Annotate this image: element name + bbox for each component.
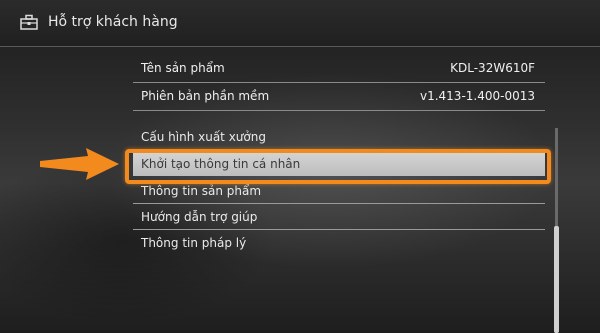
menu-item-label: Cấu hình xuất xưởng <box>141 130 266 144</box>
software-version-row: Phiên bản phần mềm v1.413-1.400-0013 <box>133 84 545 111</box>
menu-item-label: Thông tin pháp lý <box>141 236 247 250</box>
product-name-value: KDL-32W610F <box>450 61 535 75</box>
product-name-label: Tên sản phẩm <box>141 61 225 75</box>
product-name-row: Tên sản phẩm KDL-32W610F <box>133 56 545 83</box>
menu-item-legal-info[interactable]: Thông tin pháp lý <box>133 231 545 255</box>
software-version-value: v1.413-1.400-0013 <box>419 89 535 103</box>
software-version-label: Phiên bản phần mềm <box>141 89 270 103</box>
selection-highlight <box>125 149 551 184</box>
menu-item-factory-settings[interactable]: Cấu hình xuất xưởng <box>133 125 545 149</box>
menu-item-help-guide[interactable]: Hướng dẫn trợ giúp <box>133 205 545 230</box>
orange-arrow-icon <box>40 148 119 180</box>
header-bar: Hỗ trợ khách hàng <box>0 0 600 47</box>
menu-item-label: Hướng dẫn trợ giúp <box>141 210 258 224</box>
menu-item-label: Thông tin sản phẩm <box>141 184 262 198</box>
tv-screen: Hỗ trợ khách hàng Tên sản phẩm KDL-32W61… <box>0 0 600 333</box>
page-title: Hỗ trợ khách hàng <box>48 14 178 30</box>
toolbox-icon <box>20 14 38 30</box>
scrollbar-thumb[interactable] <box>554 226 559 333</box>
